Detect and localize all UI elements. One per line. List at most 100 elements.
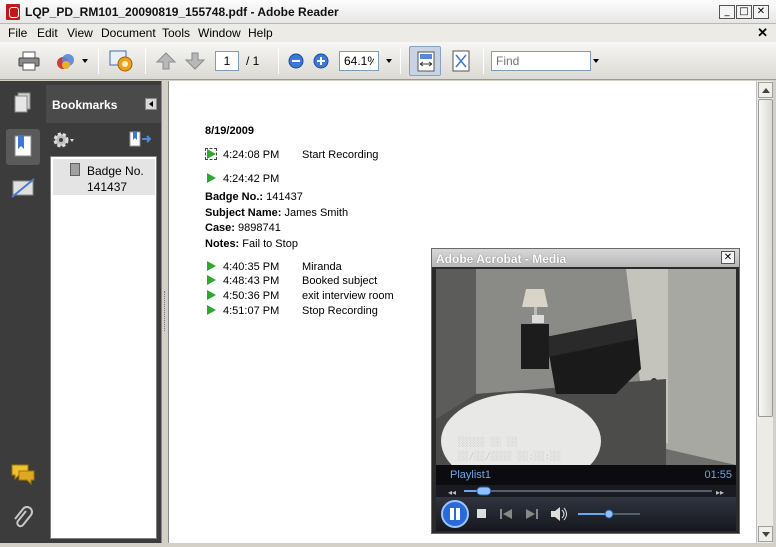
bookmarks-panel: Bookmarks Badge No. 141437: [46, 81, 161, 543]
collapse-panel-button[interactable]: [145, 98, 157, 110]
field-value: 141437: [266, 191, 303, 203]
attachments-button[interactable]: [6, 501, 40, 537]
zoom-dropdown-icon[interactable]: [386, 59, 392, 63]
vertical-scrollbar[interactable]: [756, 81, 773, 543]
svg-text:◂◂: ◂◂: [448, 488, 456, 497]
page-total: / 1: [246, 54, 260, 68]
maximize-button[interactable]: □: [736, 5, 752, 19]
document-date: 8/19/2009: [205, 125, 254, 137]
divider: [145, 48, 146, 74]
bookmarks-title: Bookmarks: [52, 98, 118, 112]
playlist-label: Playlist1: [450, 469, 491, 481]
previous-icon[interactable]: [499, 508, 513, 520]
signatures-button[interactable]: [6, 171, 40, 207]
menu-tools[interactable]: Tools: [162, 26, 190, 40]
scroll-up-button[interactable]: [758, 82, 773, 98]
media-player-window: Adobe Acrobat - Media ✕ ░░░░░ ░░ ░░ ░░/░…: [431, 248, 740, 534]
bookmark-icon: [14, 135, 32, 157]
close-button[interactable]: ✕: [753, 5, 769, 19]
event-label: Start Recording: [302, 149, 379, 161]
divider: [98, 48, 99, 74]
play-marker-icon[interactable]: [207, 305, 216, 315]
video-frame[interactable]: ░░░░░ ░░ ░░ ░░/░░/░░░░ ░░:░░:░░: [436, 269, 736, 465]
comments-icon: [11, 464, 35, 486]
play-marker-icon[interactable]: [207, 261, 216, 271]
options-gear-icon[interactable]: [52, 130, 74, 150]
signature-icon: [11, 178, 35, 198]
event-time: 4:48:43 PM: [223, 275, 280, 287]
window-title: LQP_PD_RM101_20090819_155748.pdf - Adobe…: [25, 5, 339, 19]
menu-document[interactable]: Document: [101, 26, 156, 40]
previous-page-icon[interactable]: [155, 51, 177, 71]
bookmark-label: Badge No. 141437: [87, 164, 144, 194]
scroll-thumb[interactable]: [758, 99, 773, 417]
menu-file[interactable]: File: [8, 26, 27, 40]
zoom-out-icon[interactable]: [287, 52, 305, 70]
event-time: 4:50:36 PM: [223, 290, 280, 302]
svg-text:░░░░░ ░░ ░░: ░░░░░ ░░ ░░: [458, 436, 518, 448]
bookmark-item[interactable]: Badge No. 141437: [53, 159, 155, 195]
menu-edit[interactable]: Edit: [37, 26, 58, 40]
panel-splitter[interactable]: [161, 81, 168, 543]
surveillance-video-image: ░░░░░ ░░ ░░ ░░/░░/░░░░ ░░:░░:░░: [436, 269, 736, 465]
scroll-down-button[interactable]: [758, 526, 773, 542]
event-marker[interactable]: [205, 148, 217, 160]
create-pdf-icon[interactable]: [55, 51, 77, 71]
pause-icon[interactable]: [440, 499, 470, 529]
field-key: Badge No.:: [205, 191, 264, 203]
svg-text:░░/░░/░░░░ ░░:░░:░░: ░░/░░/░░░░ ░░:░░:░░: [458, 450, 561, 462]
print-icon[interactable]: [18, 51, 40, 71]
volume-icon[interactable]: [550, 506, 568, 522]
navigation-pane: [0, 81, 46, 543]
menu-window[interactable]: Window: [198, 26, 241, 40]
bookmark-page-icon: [70, 163, 80, 176]
media-close-button[interactable]: ✕: [721, 251, 735, 264]
play-marker-icon[interactable]: [207, 290, 216, 300]
page-number-input[interactable]: [215, 51, 239, 71]
field-notes: Notes: Fail to Stop: [205, 238, 298, 250]
fit-page-icon[interactable]: [451, 50, 471, 72]
play-marker-icon[interactable]: [207, 173, 216, 183]
splitter-grip: [164, 291, 166, 331]
field-value: Fail to Stop: [242, 238, 298, 250]
adobe-reader-icon: [6, 4, 20, 20]
seek-bar[interactable]: ◂◂ ▸▸: [436, 485, 736, 497]
event-time: 4:24:08 PM: [223, 149, 280, 161]
close-document-button[interactable]: ✕: [757, 25, 768, 41]
event-time: 4:40:35 PM: [223, 261, 280, 273]
comments-button[interactable]: [6, 457, 40, 493]
pages-button[interactable]: [6, 87, 40, 123]
event-label: Stop Recording: [302, 305, 378, 317]
expand-bookmark-icon[interactable]: [128, 130, 152, 150]
minimize-button[interactable]: _: [719, 5, 735, 19]
menu-view[interactable]: View: [67, 26, 93, 40]
find-input[interactable]: [491, 51, 591, 71]
menu-help[interactable]: Help: [248, 26, 273, 40]
zoom-input[interactable]: [339, 51, 379, 71]
media-controls: [436, 497, 736, 531]
fit-width-icon: [417, 51, 435, 72]
pages-icon: [14, 92, 31, 113]
play-marker-icon[interactable]: [207, 275, 216, 285]
chevron-down-icon[interactable]: [82, 59, 88, 63]
fit-width-button[interactable]: [409, 46, 441, 76]
zoom-in-icon[interactable]: [312, 52, 330, 70]
field-subject-name: Subject Name: James Smith: [205, 207, 348, 219]
window-bottom-edge: [0, 543, 776, 547]
media-title-bar[interactable]: Adobe Acrobat - Media ✕: [432, 249, 739, 267]
volume-slider[interactable]: [576, 507, 646, 521]
event-label: exit interview room: [302, 290, 394, 302]
divider: [400, 48, 401, 74]
collaborate-icon[interactable]: [108, 49, 134, 73]
toolbar: / 1: [0, 42, 776, 80]
media-title: Adobe Acrobat - Media: [436, 252, 567, 266]
elapsed-time: 01:55: [704, 469, 732, 481]
next-page-icon[interactable]: [184, 51, 206, 71]
bookmarks-toolbar: [50, 127, 157, 153]
stop-icon[interactable]: [476, 508, 488, 520]
find-dropdown-icon[interactable]: [593, 59, 599, 63]
next-icon[interactable]: [525, 508, 539, 520]
bookmarks-tab-button[interactable]: [6, 129, 40, 165]
menu-bar: File Edit View Document Tools Window Hel…: [0, 24, 776, 42]
play-marker-icon: [207, 149, 216, 159]
